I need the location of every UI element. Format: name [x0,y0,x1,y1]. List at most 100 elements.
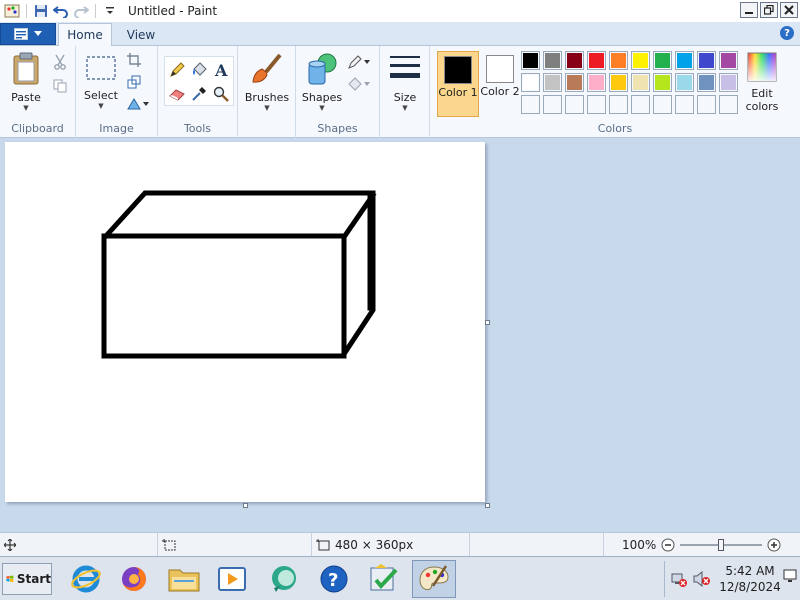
palette-empty-swatch[interactable] [631,95,650,114]
palette-color-swatch[interactable] [631,73,650,92]
pencil-icon[interactable] [167,60,187,80]
color2-button[interactable]: Color 2 [479,51,521,117]
clock[interactable]: 5:42 AM 12/8/2024 [719,563,781,595]
shapes-icon [308,53,337,85]
taskbar-help[interactable]: ? [314,560,354,598]
taskbar-paint[interactable] [412,560,456,598]
palette-color-swatch[interactable] [675,51,694,70]
zoom-slider-thumb[interactable] [718,539,725,551]
selection-size-pane [158,533,312,557]
palette-empty-swatch[interactable] [697,95,716,114]
palette-color-swatch[interactable] [697,51,716,70]
zoom-in-button[interactable] [767,538,781,552]
zoom-out-button[interactable] [661,538,675,552]
fill-style-icon[interactable] [346,74,372,94]
taskbar-media-player[interactable] [212,560,252,598]
file-menu-button[interactable] [0,23,56,45]
palette-empty-swatch[interactable] [543,95,562,114]
rotate-icon[interactable] [124,94,152,114]
customize-qat-icon[interactable] [100,1,120,21]
edit-colors-button[interactable]: Edit colors [742,52,782,113]
size-group: Size ▼ [380,46,430,138]
size-button[interactable]: Size ▼ [386,52,424,112]
palette-color-swatch[interactable] [587,51,606,70]
copy-icon[interactable] [50,76,70,96]
cursor-position-icon [4,539,16,551]
palette-empty-swatch[interactable] [565,95,584,114]
shapes-group: Shapes ▼ Shapes [296,46,380,138]
select-button[interactable]: Select ▼ [82,54,120,110]
taskbar-internet-explorer[interactable] [66,560,106,598]
restore-button[interactable] [760,2,778,18]
palette-color-swatch[interactable] [565,73,584,92]
taskbar-action-center[interactable] [364,560,404,598]
undo-icon[interactable] [51,1,71,21]
help-icon[interactable]: ? [780,26,794,40]
magnifier-icon[interactable] [211,84,231,104]
save-icon[interactable] [31,1,51,21]
palette-color-swatch[interactable] [697,73,716,92]
paint-app-icon[interactable] [2,1,22,21]
color-picker-icon[interactable] [189,84,209,104]
fill-icon[interactable] [189,60,209,80]
palette-empty-swatch[interactable] [587,95,606,114]
zoom-slider[interactable] [680,538,763,552]
close-button[interactable] [780,2,798,18]
palette-empty-swatch[interactable] [609,95,628,114]
palette-color-swatch[interactable] [587,73,606,92]
chevron-down-icon: ▼ [264,104,270,112]
start-button[interactable]: Start [2,563,52,595]
crop-icon[interactable] [124,50,144,70]
network-status-icon[interactable] [671,571,687,590]
redo-icon[interactable] [71,1,91,21]
palette-color-swatch[interactable] [653,73,672,92]
brushes-button[interactable]: Brushes ▼ [244,52,290,112]
taskbar-file-explorer[interactable] [164,560,204,598]
cut-icon[interactable] [50,52,70,72]
palette-color-swatch[interactable] [675,73,694,92]
palette-color-fill [677,53,692,68]
canvas-resize-handle-right[interactable] [485,320,490,325]
minimize-button[interactable] [740,2,758,18]
internet-explorer-icon [71,565,101,593]
clock-date: 12/8/2024 [719,580,781,594]
palette-color-swatch[interactable] [653,51,672,70]
palette-color-swatch[interactable] [543,73,562,92]
status-bar: 480 × 360px 100% [0,532,800,557]
palette-color-swatch[interactable] [609,51,628,70]
palette-empty-swatch[interactable] [653,95,672,114]
palette-color-swatch[interactable] [609,73,628,92]
canvas-resize-handle-bottom[interactable] [243,503,248,508]
drawing-canvas[interactable] [5,142,485,502]
palette-color-swatch[interactable] [521,51,540,70]
ribbon-tab-bar: Home View ? [0,22,800,46]
palette-empty-swatch[interactable] [719,95,738,114]
brush-icon [252,53,282,83]
text-icon[interactable]: A [211,60,231,80]
palette-color-swatch[interactable] [543,51,562,70]
taskbar-app[interactable] [264,560,304,598]
color1-button[interactable]: Color 1 [437,51,479,117]
tab-home[interactable]: Home [58,23,112,46]
paste-button[interactable]: Paste ▼ [6,52,46,112]
outline-icon[interactable] [346,52,372,72]
title-bar: Untitled - Paint [0,0,800,22]
palette-color-swatch[interactable] [719,73,738,92]
volume-muted-icon[interactable] [693,570,711,590]
eraser-icon[interactable] [167,84,187,104]
resize-icon[interactable] [124,72,144,92]
canvas-resize-handle-corner[interactable] [485,503,490,508]
palette-color-fill [655,53,670,68]
palette-empty-swatch[interactable] [675,95,694,114]
taskbar-firefox[interactable] [114,560,154,598]
tab-view[interactable]: View [116,23,166,46]
palette-color-swatch[interactable] [565,51,584,70]
palette-color-swatch[interactable] [521,73,540,92]
window-controls [740,2,798,18]
palette-color-swatch[interactable] [719,51,738,70]
shapes-button[interactable]: Shapes ▼ [300,52,344,112]
palette-empty-swatch[interactable] [521,95,540,114]
palette-color-swatch[interactable] [631,51,650,70]
tools-grid: A [164,56,234,106]
show-desktop-icon[interactable] [783,569,797,586]
